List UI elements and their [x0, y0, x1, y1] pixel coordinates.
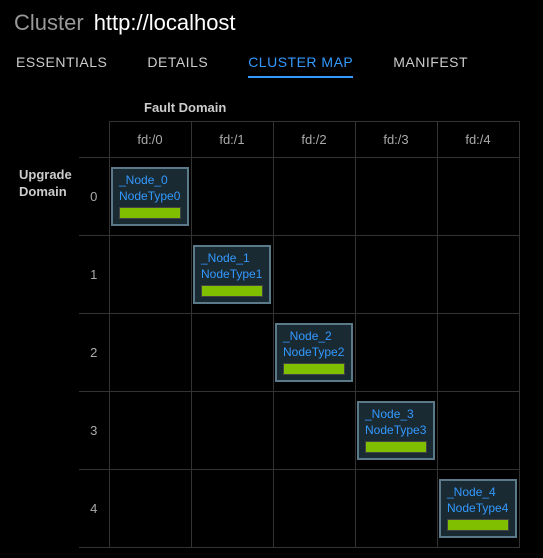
cell-4-2	[273, 470, 355, 548]
cell-0-0: _Node_0 NodeType0	[109, 158, 191, 236]
fd-header-2: fd:/2	[273, 122, 355, 158]
node-type: NodeType0	[117, 189, 183, 205]
fd-header-4: fd:/4	[437, 122, 519, 158]
node-card[interactable]: _Node_0 NodeType0	[111, 167, 189, 226]
node-name: _Node_0	[117, 173, 183, 189]
cell-0-2	[273, 158, 355, 236]
cell-3-1	[191, 392, 273, 470]
cell-2-2: _Node_2 NodeType2	[273, 314, 355, 392]
node-type: NodeType2	[281, 345, 347, 361]
upgrade-domain-label: Upgrade Domain	[19, 167, 79, 201]
cell-4-3	[355, 470, 437, 548]
cell-3-0	[109, 392, 191, 470]
node-name: _Node_2	[281, 329, 347, 345]
node-name: _Node_3	[363, 407, 429, 423]
tab-essentials[interactable]: ESSENTIALS	[16, 54, 107, 78]
fault-domain-label: Fault Domain	[144, 100, 529, 115]
cell-3-3: _Node_3 NodeType3	[355, 392, 437, 470]
fd-header-0: fd:/0	[109, 122, 191, 158]
grid-corner	[79, 122, 109, 158]
node-card[interactable]: _Node_3 NodeType3	[357, 401, 435, 460]
cell-0-3	[355, 158, 437, 236]
ud-header-1: 1	[79, 236, 109, 314]
cell-1-4	[437, 236, 519, 314]
node-card[interactable]: _Node_2 NodeType2	[275, 323, 353, 382]
cell-4-1	[191, 470, 273, 548]
ud-header-0: 0	[79, 158, 109, 236]
cell-2-4	[437, 314, 519, 392]
cluster-url: http://localhost	[94, 10, 236, 36]
cell-4-0	[109, 470, 191, 548]
page-header: Cluster http://localhost	[14, 10, 529, 36]
node-type: NodeType4	[445, 501, 511, 517]
fd-header-3: fd:/3	[355, 122, 437, 158]
tab-details[interactable]: DETAILS	[147, 54, 208, 78]
node-health-bar	[283, 363, 345, 375]
fd-header-1: fd:/1	[191, 122, 273, 158]
ud-header-3: 3	[79, 392, 109, 470]
cell-0-4	[437, 158, 519, 236]
cell-1-1: _Node_1 NodeType1	[191, 236, 273, 314]
cluster-map-grid: fd:/0 fd:/1 fd:/2 fd:/3 fd:/4 0 _Node_0 …	[79, 121, 520, 548]
tab-manifest[interactable]: MANIFEST	[393, 54, 468, 78]
node-health-bar	[365, 441, 427, 453]
ud-header-2: 2	[79, 314, 109, 392]
node-name: _Node_1	[199, 251, 265, 267]
tab-bar: ESSENTIALS DETAILS CLUSTER MAP MANIFEST	[14, 54, 529, 78]
cell-3-4	[437, 392, 519, 470]
node-health-bar	[119, 207, 181, 219]
node-card[interactable]: _Node_4 NodeType4	[439, 479, 517, 538]
node-type: NodeType1	[199, 267, 265, 283]
cell-2-1	[191, 314, 273, 392]
cell-0-1	[191, 158, 273, 236]
cell-1-0	[109, 236, 191, 314]
tab-cluster-map[interactable]: CLUSTER MAP	[248, 54, 353, 78]
cell-1-2	[273, 236, 355, 314]
ud-header-4: 4	[79, 470, 109, 548]
node-type: NodeType3	[363, 423, 429, 439]
cell-2-0	[109, 314, 191, 392]
node-health-bar	[201, 285, 263, 297]
cell-2-3	[355, 314, 437, 392]
cluster-label: Cluster	[14, 10, 84, 36]
cell-1-3	[355, 236, 437, 314]
cell-3-2	[273, 392, 355, 470]
node-name: _Node_4	[445, 485, 511, 501]
node-card[interactable]: _Node_1 NodeType1	[193, 245, 271, 304]
cell-4-4: _Node_4 NodeType4	[437, 470, 519, 548]
node-health-bar	[447, 519, 509, 531]
